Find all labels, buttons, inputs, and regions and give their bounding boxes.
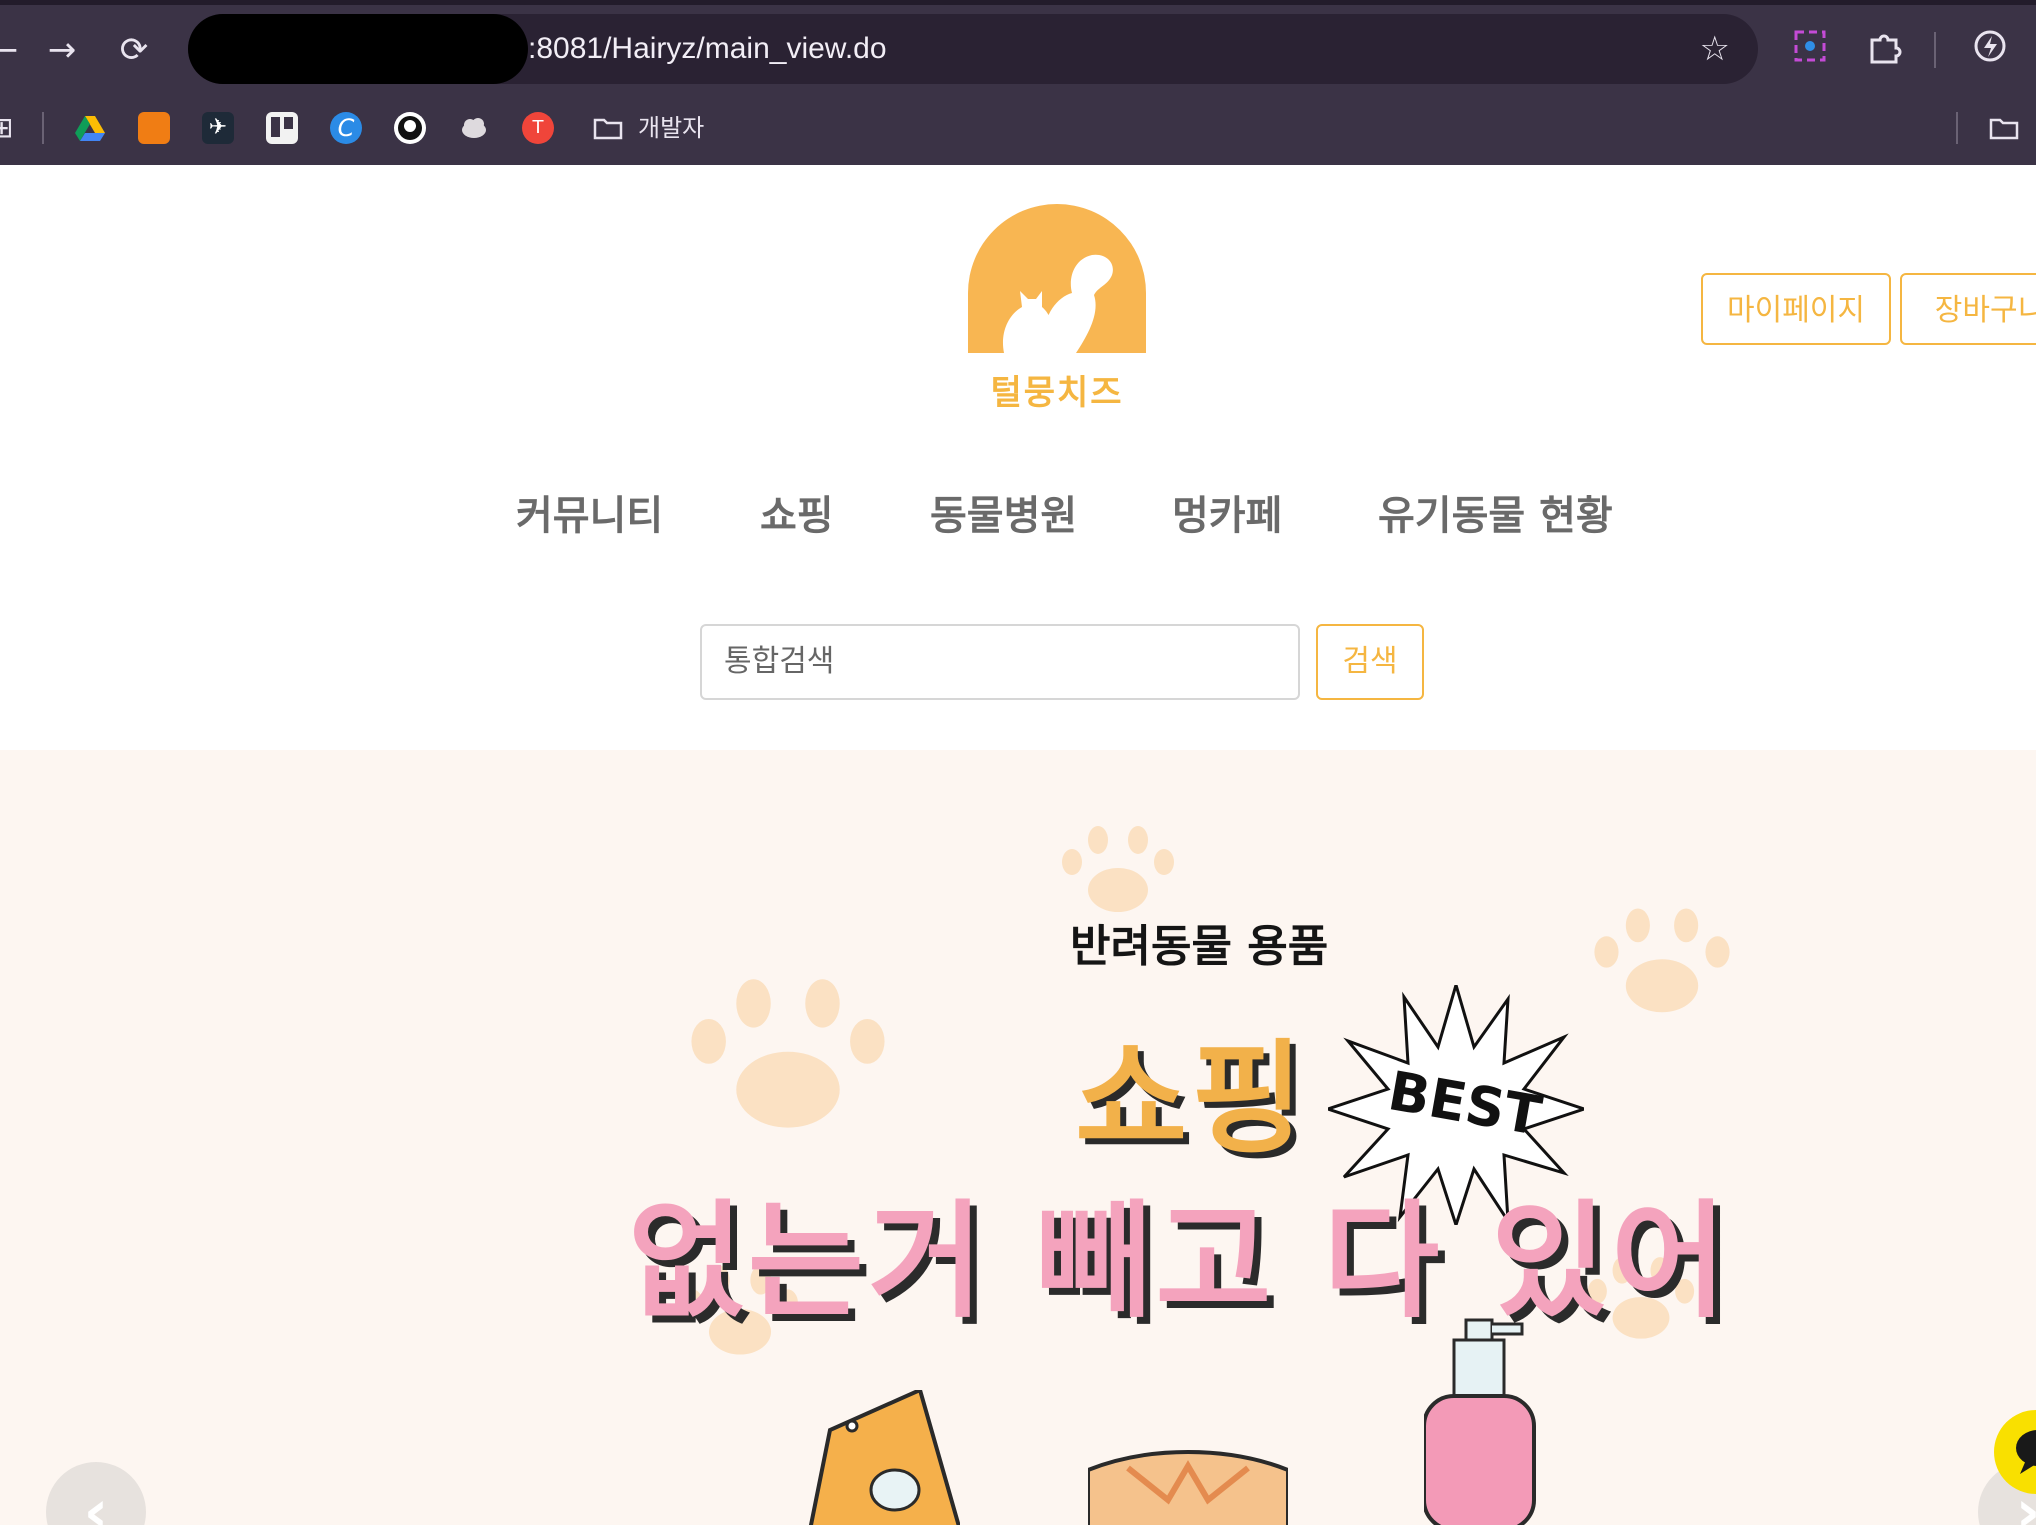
banner-title: 쇼핑 bbox=[1075, 1028, 1308, 1170]
pet-food-bag-icon bbox=[808, 1390, 960, 1525]
bookmark-separator bbox=[42, 112, 44, 144]
bookmark-folder-label[interactable]: 개발자 bbox=[638, 110, 704, 146]
paw-print-icon bbox=[1062, 826, 1174, 912]
cart-button[interactable]: 장바구니 bbox=[1900, 273, 2036, 345]
orange-bookmark-icon[interactable] bbox=[138, 112, 170, 144]
google-drive-icon[interactable] bbox=[74, 112, 106, 144]
apps-grid-icon[interactable]: ⊞ bbox=[0, 112, 22, 144]
brand-name[interactable]: 털뭉치즈 bbox=[930, 365, 1184, 414]
trello-icon[interactable] bbox=[266, 112, 298, 144]
bookmark-separator-right bbox=[1956, 112, 1958, 144]
nav-dog-cafe[interactable]: 멍카페 bbox=[1172, 483, 1282, 541]
shampoo-bottle-icon bbox=[1424, 1318, 1536, 1525]
browser-chrome: ← → ⟳ :8081/Hairyz/main_view.do ☆ ⊞ ✈ C … bbox=[0, 0, 2036, 165]
extensions-puzzle-icon[interactable] bbox=[1862, 28, 1906, 72]
search-input[interactable] bbox=[700, 624, 1300, 700]
nav-animal-hospital[interactable]: 동물병원 bbox=[930, 483, 1077, 541]
banner-subtitle: 반려동물 용품 bbox=[1070, 921, 1329, 972]
bookmarks-bar: ⊞ ✈ C T 개발자 bbox=[0, 100, 2036, 156]
nav-shopping[interactable]: 쇼핑 bbox=[760, 483, 834, 541]
canva-icon[interactable]: C bbox=[330, 112, 362, 144]
chat-bubble-icon bbox=[2016, 1430, 2036, 1474]
toolbar-separator bbox=[1934, 32, 1936, 68]
promo-banner: 반려동물 용품 쇼핑 BEST 없는거 빼고 다 있어 ‹ › bbox=[0, 750, 2036, 1525]
back-icon[interactable]: ← bbox=[0, 28, 26, 72]
nav-abandoned-animals[interactable]: 유기동물 현황 bbox=[1378, 483, 1613, 541]
cloud-bookmark-icon[interactable] bbox=[458, 112, 490, 144]
reload-icon[interactable]: ⟳ bbox=[112, 28, 156, 72]
tab-strip-edge bbox=[0, 0, 2036, 5]
search-button[interactable]: 검색 bbox=[1316, 624, 1424, 700]
address-bar[interactable]: :8081/Hairyz/main_view.do ☆ bbox=[188, 14, 1758, 84]
folder-icon[interactable] bbox=[592, 112, 624, 144]
bookmark-star-icon[interactable]: ☆ bbox=[1700, 14, 1730, 84]
url-text: :8081/Hairyz/main_view.do bbox=[528, 32, 887, 65]
red-bookmark-icon[interactable]: T bbox=[522, 112, 554, 144]
nav-community[interactable]: 커뮤니티 bbox=[516, 483, 663, 541]
carousel-prev-button[interactable]: ‹ bbox=[46, 1462, 146, 1525]
performance-icon[interactable] bbox=[1968, 28, 2012, 72]
github-icon[interactable] bbox=[394, 112, 426, 144]
page: 털뭉치즈 마이페이지 장바구니 커뮤니티 쇼핑 동물병원 멍카페 유기동물 현황… bbox=[0, 165, 2036, 1525]
redacted-host bbox=[188, 14, 528, 84]
screen-capture-icon[interactable] bbox=[1788, 28, 1832, 72]
paw-print-icon bbox=[691, 979, 885, 1128]
banner-headline: 없는거 빼고 다 있어 bbox=[628, 1188, 1731, 1335]
paw-print-icon bbox=[1594, 908, 1730, 1013]
cat-face-icon bbox=[1088, 1450, 1288, 1525]
mypage-button[interactable]: 마이페이지 bbox=[1701, 273, 1891, 345]
other-bookmarks-folder-icon[interactable] bbox=[1988, 112, 2020, 144]
forward-icon[interactable]: → bbox=[40, 28, 84, 72]
brand-logo-icon[interactable] bbox=[968, 203, 1146, 353]
bird-bookmark-icon[interactable]: ✈ bbox=[202, 112, 234, 144]
